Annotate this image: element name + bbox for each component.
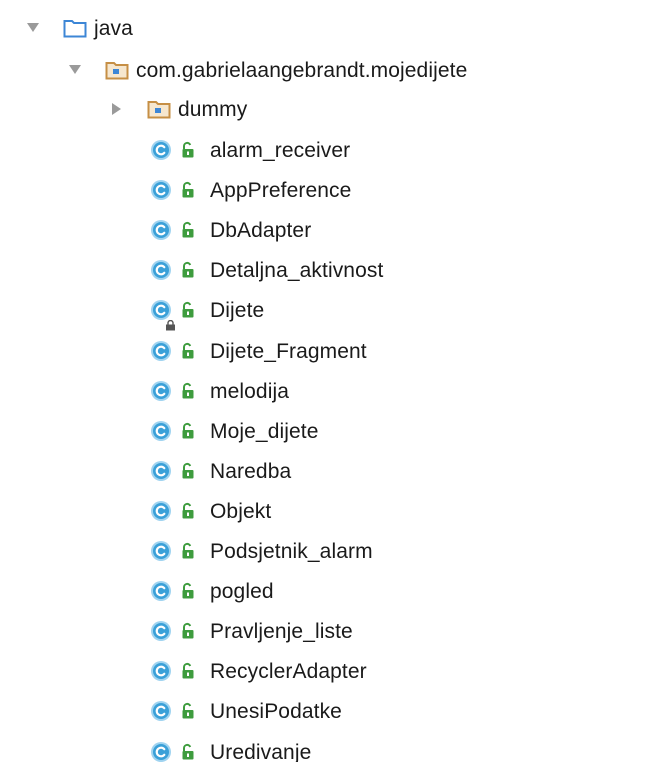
class-icon xyxy=(150,299,175,331)
class-name-label: Dijete_Fragment xyxy=(210,339,367,363)
public-access-icon xyxy=(180,180,198,200)
tree-node-class[interactable]: alarm_receiver xyxy=(150,130,350,170)
public-access-icon xyxy=(180,541,198,561)
tree-node-class[interactable]: AppPreference xyxy=(150,170,351,210)
class-icon xyxy=(150,500,172,522)
class-name-label: Podsjetnik_alarm xyxy=(210,539,373,563)
class-name-label: RecyclerAdapter xyxy=(210,659,367,683)
class-icon xyxy=(150,219,172,241)
class-icon xyxy=(150,179,172,201)
class-icon xyxy=(150,700,172,722)
class-name-label: DbAdapter xyxy=(210,218,312,242)
tree-node-class[interactable]: UnesiPodatke xyxy=(150,691,342,731)
public-access-icon xyxy=(180,260,198,280)
class-icon xyxy=(150,660,172,682)
class-icon xyxy=(150,259,172,281)
class-name-label: melodija xyxy=(210,379,290,403)
class-name-label: Dijete xyxy=(210,298,265,322)
package-icon xyxy=(104,59,130,81)
class-icon xyxy=(150,580,172,602)
class-icon xyxy=(150,139,172,161)
class-name-label: AppPreference xyxy=(210,178,352,202)
package-icon xyxy=(146,98,172,120)
class-icon xyxy=(150,460,172,482)
class-name-label: Objekt xyxy=(210,499,272,523)
class-name-label: pogled xyxy=(210,579,274,603)
class-icon xyxy=(150,540,172,562)
public-access-icon xyxy=(180,742,198,762)
public-access-icon xyxy=(180,661,198,681)
public-access-icon xyxy=(180,581,198,601)
class-icon xyxy=(150,420,172,442)
class-name-label: Naredba xyxy=(210,459,292,483)
tree-node-label: java xyxy=(94,16,133,40)
tree-node-class[interactable]: Podsjetnik_alarm xyxy=(150,531,373,571)
tree-node-class[interactable]: Dijete_Fragment xyxy=(150,331,367,371)
tree-node-class[interactable]: melodija xyxy=(150,371,289,411)
tree-node-label: dummy xyxy=(178,97,248,121)
tree-node-class[interactable]: Uredivanje xyxy=(150,732,311,762)
public-access-icon xyxy=(180,381,198,401)
lock-icon xyxy=(165,313,176,331)
public-access-icon xyxy=(180,461,198,481)
tree-node-class[interactable]: Detaljna_aktivnost xyxy=(150,250,383,290)
public-access-icon xyxy=(180,501,198,521)
class-icon xyxy=(150,380,172,402)
class-name-label: Uredivanje xyxy=(210,740,312,762)
public-access-icon xyxy=(180,341,198,361)
source-folder-icon xyxy=(62,17,88,39)
class-name-label: alarm_receiver xyxy=(210,138,351,162)
public-access-icon xyxy=(180,701,198,721)
tree-node-class[interactable]: pogled xyxy=(150,571,274,611)
class-icon xyxy=(150,620,172,642)
public-access-icon xyxy=(180,621,198,641)
class-name-label: Pravljenje_liste xyxy=(210,619,353,643)
public-access-icon xyxy=(180,300,198,320)
class-name-label: Detaljna_aktivnost xyxy=(210,258,384,282)
tree-node-label: com.gabrielaangebrandt.mojedijete xyxy=(136,58,468,82)
tree-node-java[interactable]: java xyxy=(26,8,133,48)
tree-node-dummy[interactable]: dummy xyxy=(110,89,247,129)
tree-node-package[interactable]: com.gabrielaangebrandt.mojedijete xyxy=(68,50,467,90)
tree-node-class[interactable]: DbAdapter xyxy=(150,210,311,250)
tree-node-class[interactable]: Dijete xyxy=(150,290,265,331)
public-access-icon xyxy=(180,140,198,160)
class-icon xyxy=(150,340,172,362)
expand-arrow-icon[interactable] xyxy=(68,63,82,77)
public-access-icon xyxy=(180,220,198,240)
class-name-label: Moje_dijete xyxy=(210,419,319,443)
public-access-icon xyxy=(180,421,198,441)
class-icon xyxy=(150,741,172,762)
tree-node-class[interactable]: RecyclerAdapter xyxy=(150,651,367,691)
tree-node-class[interactable]: Pravljenje_liste xyxy=(150,611,353,651)
class-name-label: UnesiPodatke xyxy=(210,699,342,723)
expand-arrow-icon[interactable] xyxy=(26,21,40,35)
tree-node-class[interactable]: Objekt xyxy=(150,491,271,531)
tree-node-class[interactable]: Moje_dijete xyxy=(150,411,319,451)
collapse-arrow-icon[interactable] xyxy=(110,102,124,116)
project-tree: java com.gabrielaangebrandt.mojedijete d… xyxy=(0,0,665,762)
tree-node-class[interactable]: Naredba xyxy=(150,451,291,491)
